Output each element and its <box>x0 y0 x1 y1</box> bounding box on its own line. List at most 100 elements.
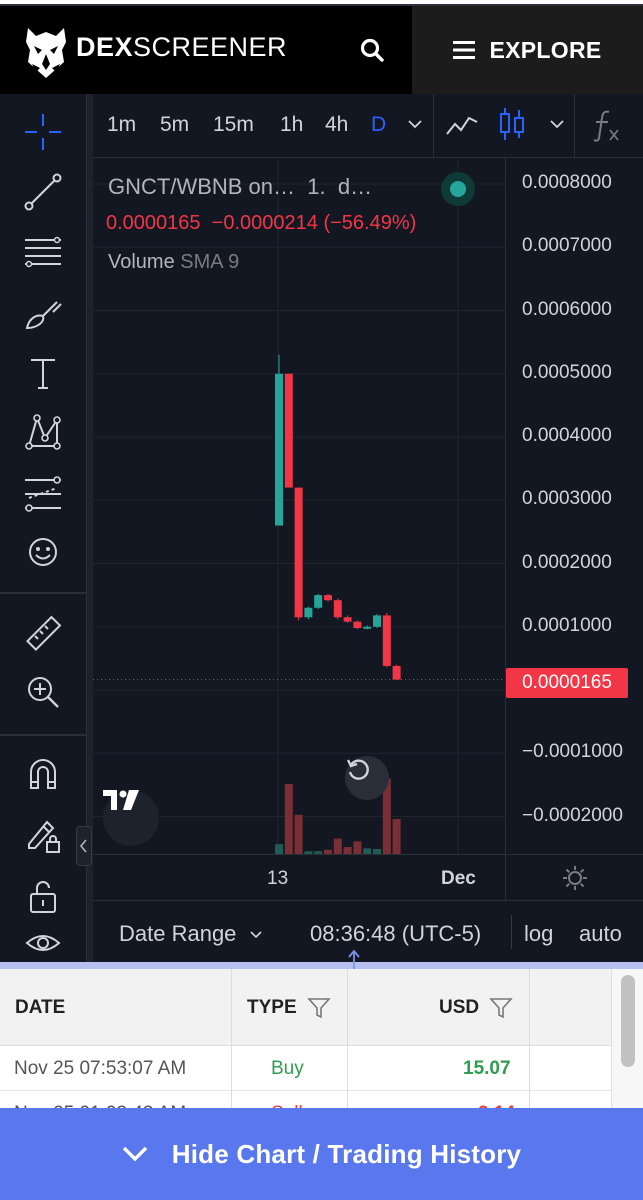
price-scale[interactable]: −0.0002000−0.00010000.00000000.00010000.… <box>505 158 643 854</box>
price-tick-label: −0.0002000 <box>522 804 623 826</box>
explore-button[interactable]: EXPLORE <box>412 6 643 94</box>
fib-lines-icon <box>25 236 61 268</box>
text-tool[interactable] <box>19 350 67 398</box>
time-axis[interactable]: 13 Dec <box>93 854 505 900</box>
table-scrollbar[interactable] <box>611 969 643 1109</box>
indicators-button[interactable] <box>591 108 621 147</box>
zoom-tool[interactable] <box>19 668 67 716</box>
candle-body <box>373 615 381 627</box>
market-status-icon[interactable] <box>441 172 475 206</box>
interval-dropdown[interactable] <box>407 116 423 137</box>
volume-legend[interactable]: Volume SMA 9 <box>108 251 239 274</box>
candle-body <box>382 615 391 666</box>
column-header-date[interactable]: DATE <box>15 969 65 1046</box>
volume-bar <box>294 814 303 854</box>
filter-icon[interactable] <box>306 997 331 1019</box>
price-tick-label: 0.0004000 <box>522 425 612 446</box>
visibility-tool[interactable] <box>19 928 67 958</box>
zoom-in-icon <box>28 677 59 708</box>
eye-icon <box>25 935 61 951</box>
text-icon <box>31 359 55 389</box>
line-chart-button[interactable] <box>445 110 479 145</box>
crosshair-icon <box>25 114 61 150</box>
chart-settings-button[interactable] <box>505 854 643 900</box>
cell-usd: 15.07 <box>463 1057 511 1079</box>
interval-1h[interactable]: 1h <box>280 113 303 137</box>
column-divider <box>231 969 232 1109</box>
candle-body <box>392 665 401 680</box>
hide-chart-label: Hide Chart / Trading History <box>171 1138 522 1169</box>
dexscreener-logo-icon[interactable] <box>22 24 70 80</box>
candle-body <box>353 621 362 629</box>
volume-bar <box>333 838 342 854</box>
reset-chart-button[interactable] <box>345 756 389 800</box>
candle-chart-button[interactable] <box>497 106 527 147</box>
interval-1m[interactable]: 1m <box>107 113 136 137</box>
interval-5m[interactable]: 5m <box>160 113 189 137</box>
volume-bar <box>284 784 293 854</box>
pattern-tool[interactable] <box>19 408 67 456</box>
app-header: DEXSCREENER EXPLORE <box>0 6 643 94</box>
column-header-type[interactable]: TYPE <box>247 969 331 1046</box>
price-tick-label: 0.0002000 <box>522 551 612 573</box>
price-tick-label: 0.0001000 <box>522 614 612 636</box>
drawing-toolbar <box>0 94 87 962</box>
brush-icon <box>25 301 62 330</box>
search-icon <box>360 38 384 62</box>
forecast-icon <box>25 476 61 512</box>
panel-resize-handle[interactable] <box>0 962 643 969</box>
price-chart[interactable]: GNCT/WBNB on… 1. d… 0.0000165 −0.0000214… <box>93 158 505 854</box>
emoji-tool[interactable] <box>19 528 67 576</box>
sma-label: SMA 9 <box>180 251 240 273</box>
unlock-tool[interactable] <box>19 872 67 920</box>
candle-body <box>284 373 293 488</box>
filter-icon[interactable] <box>489 997 513 1019</box>
chart-type-dropdown[interactable] <box>549 116 565 137</box>
chevron-down-icon <box>550 120 564 129</box>
interval-15m[interactable]: 15m <box>213 113 254 137</box>
magnet-icon <box>30 759 56 789</box>
brand-name[interactable]: DEXSCREENER <box>76 32 287 63</box>
interval-d[interactable]: D <box>371 113 386 137</box>
magnet-tool[interactable] <box>19 750 67 798</box>
collapse-toolbar-button[interactable] <box>76 826 92 866</box>
toolbar-divider <box>433 94 434 158</box>
fib-tool[interactable] <box>19 228 67 276</box>
scroll-thumb[interactable] <box>621 975 635 1067</box>
chart-clock[interactable]: 08:36:48 (UTC-5) <box>310 921 481 947</box>
candlestick-icon <box>500 108 524 140</box>
chevron-down-icon <box>408 120 422 129</box>
chart-bottom-bar: Date Range 08:36:48 (UTC-5) log auto <box>93 900 643 962</box>
legend-prices: 0.0000165 −0.0000214 (−56.49%) <box>106 212 416 235</box>
candle-body <box>294 487 303 618</box>
column-header-usd[interactable]: USD <box>439 969 513 1046</box>
price-tick-label: 0.0008000 <box>522 172 612 193</box>
interval-4h[interactable]: 4h <box>325 113 348 137</box>
auto-scale-toggle[interactable]: auto <box>579 921 622 947</box>
crosshair-tool[interactable] <box>19 108 67 156</box>
trend-line-tool[interactable] <box>19 168 67 216</box>
table-row[interactable]: Nov 25 07:53:07 AM Buy 15.07 <box>0 1046 611 1091</box>
legend-exchange: d… <box>337 174 373 199</box>
price-tick-label: −0.0001000 <box>522 741 623 763</box>
price-tick-label: 0.0006000 <box>522 298 612 320</box>
forecast-tool[interactable] <box>19 470 67 518</box>
chevron-left-icon <box>79 839 87 853</box>
column-divider <box>529 969 530 1109</box>
unlock-icon <box>30 881 56 913</box>
hide-chart-button[interactable]: Hide Chart / Trading History <box>0 1108 643 1200</box>
volume-label: Volume <box>108 251 175 273</box>
lock-drawing-icon <box>28 820 60 853</box>
lock-drawing-tool[interactable] <box>19 810 67 858</box>
ruler-tool[interactable] <box>19 610 67 658</box>
price-tick-label: 0.0003000 <box>522 488 612 510</box>
emoji-icon <box>29 538 57 566</box>
table-header: DATE TYPE USD <box>0 969 611 1046</box>
brush-tool[interactable] <box>19 290 67 338</box>
tradingview-logo-icon[interactable] <box>103 790 159 846</box>
search-button[interactable] <box>350 28 394 72</box>
candle-body <box>304 607 313 618</box>
log-scale-toggle[interactable]: log <box>524 921 553 947</box>
candle-body <box>314 595 323 608</box>
date-range-button[interactable]: Date Range <box>119 921 263 947</box>
